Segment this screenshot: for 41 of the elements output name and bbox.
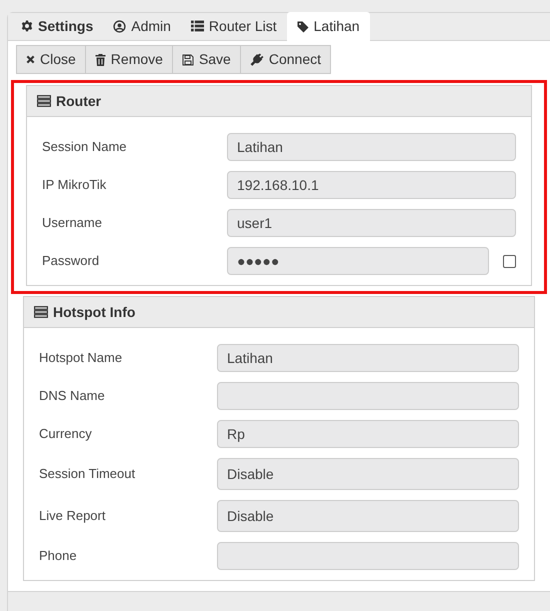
plug-icon xyxy=(250,52,264,66)
input-field[interactable] xyxy=(217,382,519,410)
field-label: Username xyxy=(42,214,103,232)
toolbar-button[interactable]: Connect xyxy=(240,45,332,74)
tab[interactable]: Admin xyxy=(103,12,181,40)
field-label: Session Name xyxy=(42,138,128,156)
field-label: Currency xyxy=(39,425,93,444)
gear-icon xyxy=(21,20,33,32)
trash-icon xyxy=(94,54,106,66)
list-icon xyxy=(190,20,204,32)
input-field[interactable] xyxy=(217,542,519,570)
input-field[interactable]: 192.168.10.1 xyxy=(227,171,516,199)
tab[interactable]: Latihan xyxy=(286,12,370,41)
panel-title: Router xyxy=(56,92,102,110)
input-field[interactable]: Latihan xyxy=(217,344,519,372)
panel-title: Hotspot Info xyxy=(53,302,136,322)
input-field[interactable]: Latihan xyxy=(227,133,516,161)
input-field[interactable]: user1 xyxy=(227,209,516,237)
toolbar-button[interactable]: Remove xyxy=(84,45,173,74)
field-label: DNS Name xyxy=(39,387,106,406)
floppy-icon xyxy=(182,54,194,66)
toolbar-button[interactable]: Save xyxy=(172,45,241,74)
password-field[interactable]: ●●●●● xyxy=(227,247,489,275)
field-label: Phone xyxy=(39,547,78,566)
field-label: IP MikroTik xyxy=(42,176,108,194)
server-icon xyxy=(34,306,48,318)
show-password-checkbox[interactable] xyxy=(503,254,516,268)
tag-icon xyxy=(296,20,309,32)
input-field[interactable]: Rp xyxy=(217,420,519,448)
field-label: Session Timeout xyxy=(39,465,136,484)
field-label: Hotspot Name xyxy=(39,349,124,368)
tab[interactable]: Settings xyxy=(11,12,104,40)
tab[interactable]: Router List xyxy=(180,12,287,40)
user-icon xyxy=(113,20,126,32)
select-field[interactable]: Disable xyxy=(217,500,519,532)
close-icon xyxy=(26,55,35,64)
server-icon xyxy=(37,95,51,107)
field-label: Password xyxy=(42,252,100,270)
field-label: Live Report xyxy=(39,507,106,526)
toolbar-button[interactable]: Close xyxy=(16,45,86,74)
select-field[interactable]: Disable xyxy=(217,458,519,490)
